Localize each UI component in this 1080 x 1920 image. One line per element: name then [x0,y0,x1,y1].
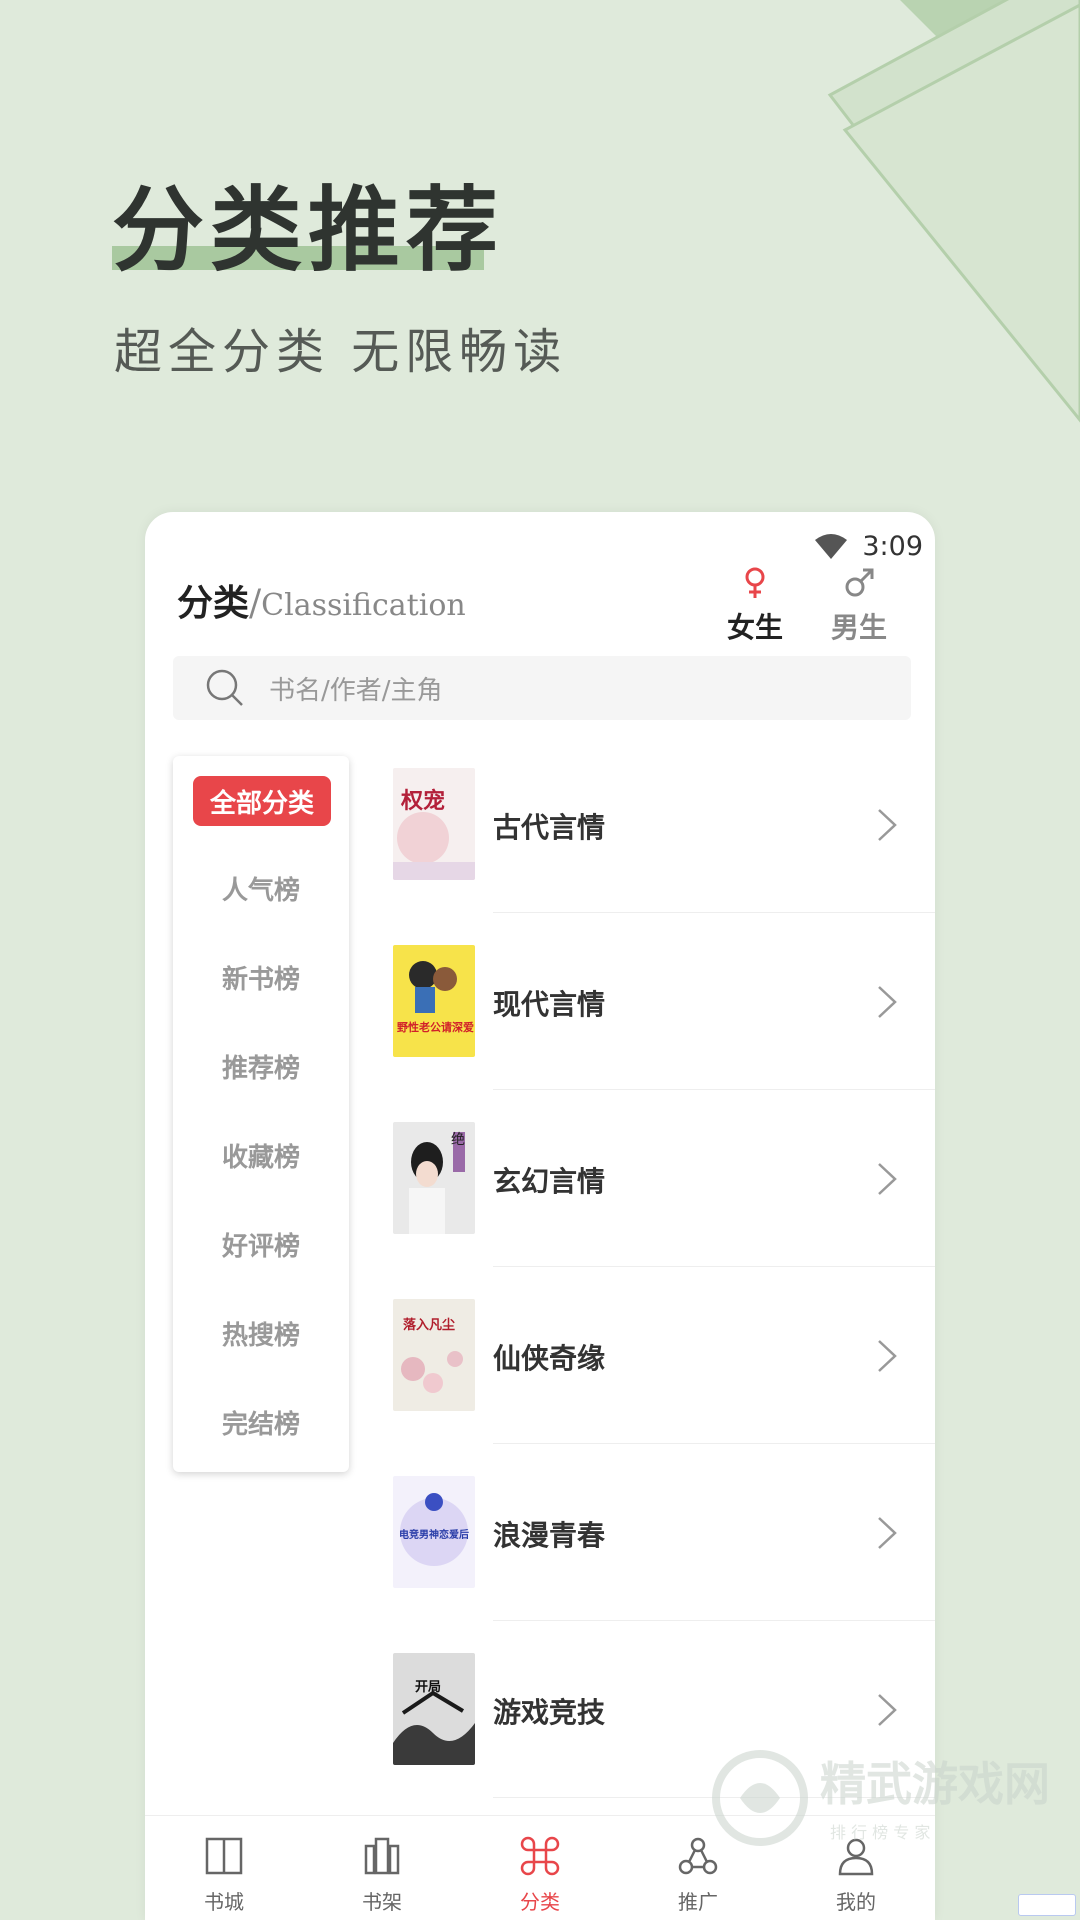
category-name: 玄幻言情 [493,1165,606,1198]
chevron-right-icon [878,1517,897,1549]
category-row-modern-romance[interactable]: 野性老公请深爱! 现代言情 [393,913,935,1090]
nav-label: 书架 [362,1890,402,1914]
promo-title: 分类推荐 [112,176,505,284]
book-cover: 野性老公请深爱! [393,945,475,1057]
nav-book-city[interactable]: 书城 [145,1816,303,1920]
status-time: 3:09 [862,530,923,562]
chevron-right-icon [878,1694,897,1726]
svg-text:权宠: 权宠 [400,788,445,814]
svg-text:电竞男神恋爱后: 电竞男神恋爱后 [399,1528,469,1541]
nav-category[interactable]: 分类 [461,1816,619,1920]
svg-text:落入凡尘: 落入凡尘 [403,1317,455,1333]
category-icon [520,1836,560,1876]
chevron-right-icon [878,1340,897,1372]
book-cover: 电竞男神恋爱后 [393,1476,475,1588]
phone-screen: 3:09 分类 / Classification 女生 男生 书名/作者/主角 … [145,512,935,1920]
svg-text:排 行 榜 专 家: 排 行 榜 专 家 [830,1823,930,1842]
menu-item-popular[interactable]: 人气榜 [173,870,349,907]
male-icon [845,568,874,597]
nav-label: 书城 [204,1890,244,1914]
menu-all-categories[interactable]: 全部分类 [193,776,331,826]
svg-text:野性老公请深爱!: 野性老公请深爱! [397,1020,475,1034]
page-title-separator: / [249,583,262,624]
page-title: 分类 / Classification [177,574,466,626]
promo-subtitle: 超全分类 无限畅读 [114,324,568,380]
search-placeholder: 书名/作者/主角 [269,675,443,706]
category-name: 浪漫青春 [493,1519,606,1552]
book-cover: 权宠 [393,768,475,880]
tab-male[interactable]: 男生 [819,566,899,646]
nav-label: 分类 [520,1890,560,1914]
menu-item-completed[interactable]: 完结榜 [173,1404,349,1441]
ranking-menu: 全部分类 人气榜 新书榜 推荐榜 收藏榜 好评榜 热搜榜 完结榜 [173,756,349,1472]
tab-female[interactable]: 女生 [715,566,795,646]
tab-male-label: 男生 [830,611,887,644]
category-name: 古代言情 [493,811,606,844]
menu-item-recommended[interactable]: 推荐榜 [173,1048,349,1085]
chevron-right-icon [878,1163,897,1195]
watermark-logo: 精武游戏网 排 行 榜 专 家 [712,1750,1050,1846]
page-title-en: Classification [261,588,466,623]
nav-bookshelf[interactable]: 书架 [303,1816,461,1920]
menu-item-favorites[interactable]: 收藏榜 [173,1137,349,1174]
svg-text:开局: 开局 [415,1680,441,1695]
book-city-icon [205,1837,243,1875]
wifi-icon [815,534,848,559]
search-input[interactable]: 书名/作者/主角 [173,656,911,720]
page-title-cn: 分类 [177,582,250,624]
search-icon [206,669,243,706]
menu-item-new[interactable]: 新书榜 [173,959,349,996]
category-row-ancient-romance[interactable]: 权宠 古代言情 [393,736,935,913]
book-cover: 开局 [393,1653,475,1765]
chevron-right-icon [878,809,897,841]
category-name: 仙侠奇缘 [493,1342,606,1375]
category-name: 游戏竞技 [493,1696,606,1729]
category-name: 现代言情 [493,988,606,1021]
category-row-fantasy-romance[interactable]: 绝 玄幻言情 [393,1090,935,1267]
bookshelf-icon [364,1837,400,1875]
category-row-youth-romance[interactable]: 电竞男神恋爱后 浪漫青春 [393,1444,935,1621]
svg-text:绝: 绝 [451,1132,465,1148]
svg-text:精武游戏网: 精武游戏网 [820,1757,1050,1811]
category-row-xianxia-romance[interactable]: 落入凡尘 仙侠奇缘 [393,1267,935,1444]
corner-logo [1018,1894,1076,1916]
nav-label: 推广 [678,1890,718,1914]
menu-item-hot-search[interactable]: 热搜榜 [173,1315,349,1352]
book-cover: 绝 [393,1122,475,1234]
nav-label: 我的 [836,1890,876,1914]
female-icon [745,567,765,598]
book-cover: 落入凡尘 [393,1299,475,1411]
chevron-right-icon [878,986,897,1018]
tab-female-label: 女生 [726,611,783,644]
menu-item-top-rated[interactable]: 好评榜 [173,1226,349,1263]
